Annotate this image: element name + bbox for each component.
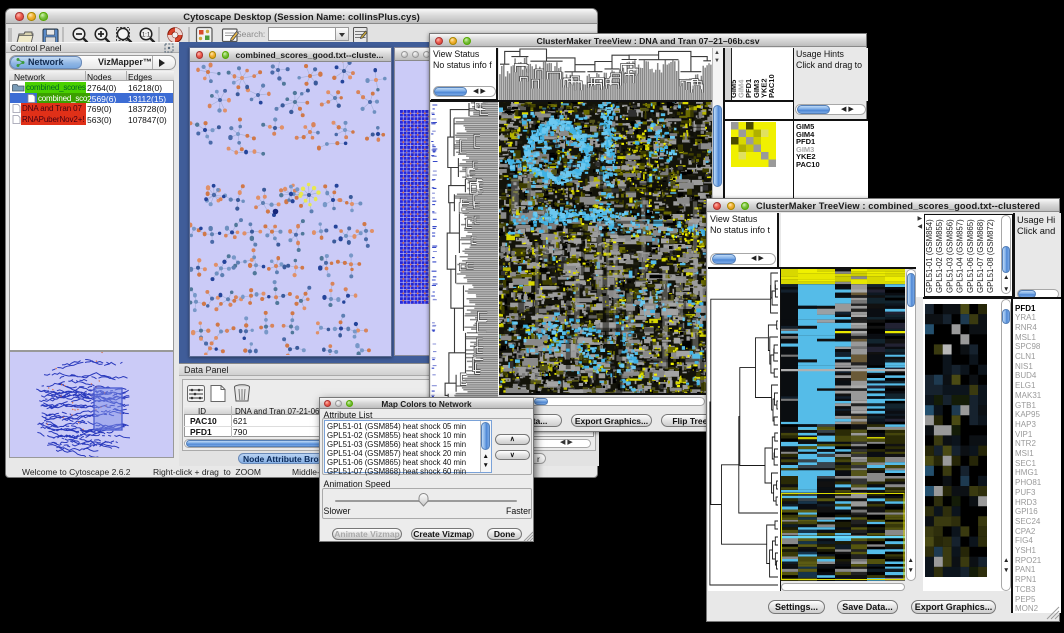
svg-text:GPL51-07 (GSM868): GPL51-07 (GSM868) — [976, 218, 985, 292]
svg-text:PAC10: PAC10 — [767, 74, 776, 98]
svg-text:GPL51-02 (GSM855): GPL51-02 (GSM855) — [935, 218, 944, 292]
svg-text:GPL51-04 (GSM857): GPL51-04 (GSM857) — [956, 218, 965, 292]
svg-text:GPL51-08 (GSM872): GPL51-08 (GSM872) — [986, 218, 995, 292]
svg-text:GPL51-06 (GSM865): GPL51-06 (GSM865) — [966, 218, 975, 292]
svg-text:GPL51-01 (GSM854): GPL51-01 (GSM854) — [925, 218, 934, 292]
svg-text:1:1: 1:1 — [142, 33, 151, 39]
svg-text:GPL51-03 (GSM856): GPL51-03 (GSM856) — [945, 218, 954, 292]
